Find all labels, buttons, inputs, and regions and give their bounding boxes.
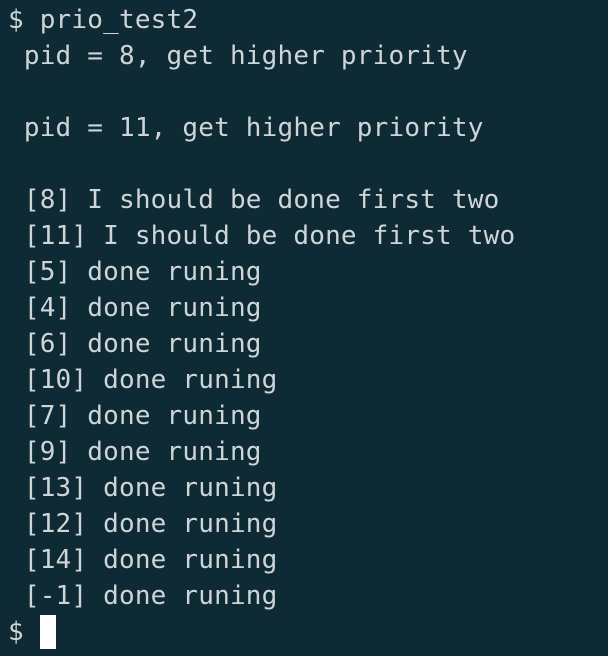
output-line: pid = 8, get higher priority <box>8 41 468 71</box>
text-cursor[interactable] <box>39 615 56 649</box>
output-line: [8] I should be done first two <box>8 185 500 215</box>
output-line: [5] done runing <box>8 257 262 287</box>
output-line: [7] done runing <box>8 401 262 431</box>
output-line: [6] done runing <box>8 329 262 359</box>
output-line-blank <box>8 74 608 110</box>
output-line-blank <box>8 146 608 182</box>
terminal-window[interactable]: $ prio_test2 pid = 8, get higher priorit… <box>0 0 608 656</box>
command-line: $ prio_test2 <box>8 5 199 35</box>
prompt-symbol: $ <box>8 617 24 647</box>
output-line: [14] done runing <box>8 545 278 575</box>
output-line: pid = 11, get higher priority <box>8 113 484 143</box>
output-line: [9] done runing <box>8 437 262 467</box>
output-line: [13] done runing <box>8 473 278 503</box>
output-line: [4] done runing <box>8 293 262 323</box>
output-line: [-1] done runing <box>8 581 278 611</box>
output-line: [10] done runing <box>8 365 278 395</box>
output-line: [11] I should be done first two <box>8 221 516 251</box>
input-prompt-line[interactable]: $ <box>8 614 608 650</box>
output-line: [12] done runing <box>8 509 278 539</box>
